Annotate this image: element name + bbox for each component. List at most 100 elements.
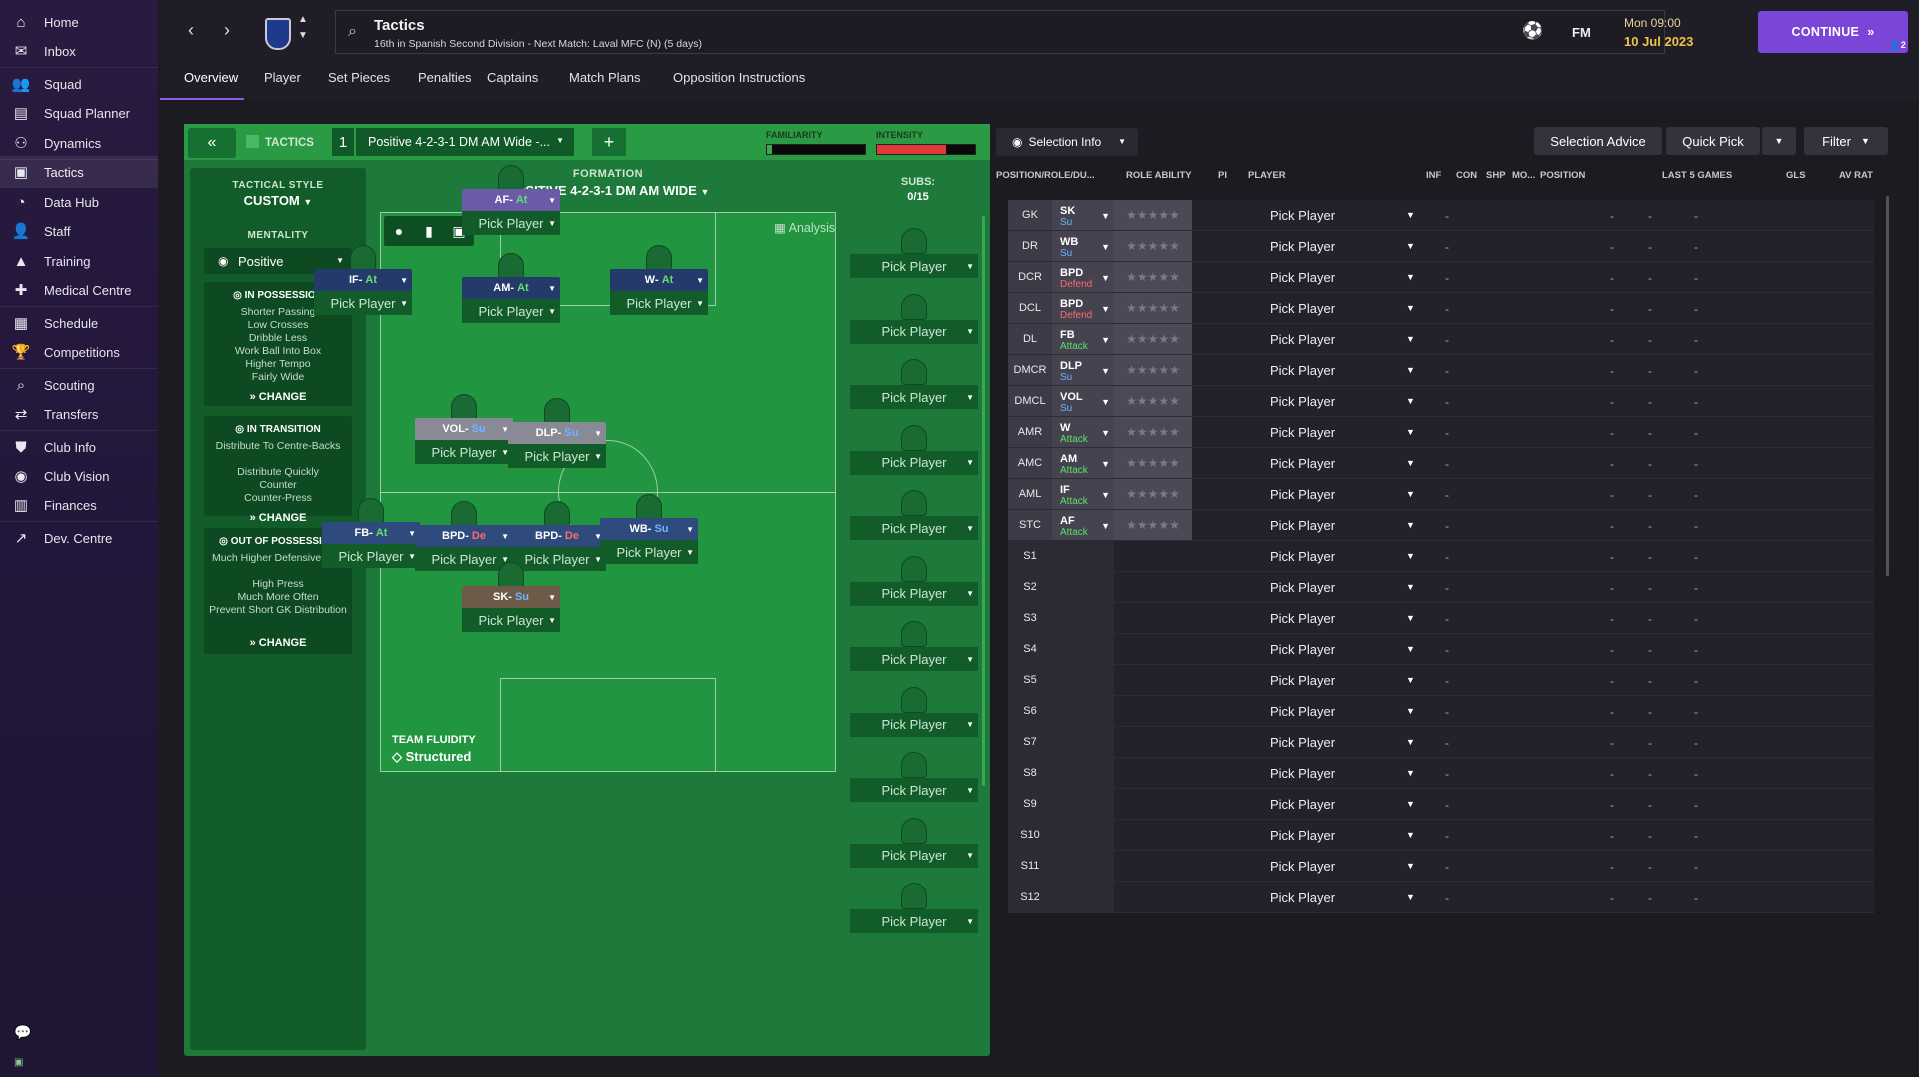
sidebar-item-dev-centre[interactable]: ↗ Dev. Centre <box>0 522 158 554</box>
sidebar-item-club-info[interactable]: ⛊ Club Info <box>0 431 158 463</box>
player-name[interactable]: Pick Player <box>1270 518 1335 533</box>
role-selector[interactable]: W - At ▼ <box>610 269 708 291</box>
role-selector[interactable]: WB - Su ▼ <box>600 518 698 540</box>
sidebar-item-dynamics[interactable]: ⚇ Dynamics <box>0 127 158 159</box>
pick-player-dropdown[interactable]: Pick Player ▼ <box>610 291 708 315</box>
quick-pick-dropdown[interactable]: ▼ <box>1762 127 1796 155</box>
pick-player-dropdown[interactable]: Pick Player ▼ <box>508 547 606 571</box>
table-scrollbar[interactable] <box>1886 196 1889 576</box>
subs-scrollbar[interactable] <box>982 216 985 786</box>
intensity-bar[interactable] <box>876 144 976 155</box>
sub-slot[interactable]: Pick Player ▼ <box>850 621 978 671</box>
pick-player-dropdown[interactable]: Pick Player ▼ <box>850 909 978 933</box>
table-row[interactable]: AMC AM Attack ▼ ★★★★★ Pick Player ▼ - - - - <box>1008 448 1874 479</box>
player-name[interactable]: Pick Player <box>1270 797 1335 812</box>
role-selector[interactable]: AF - At ▼ <box>462 189 560 211</box>
table-row[interactable]: DCL BPD Defend ▼ ★★★★★ Pick Player ▼ - - - - <box>1008 293 1874 324</box>
sub-slot[interactable]: Pick Player ▼ <box>850 555 978 606</box>
table-row[interactable]: DL FB Attack ▼ ★★★★★ Pick Player ▼ - - - - <box>1008 324 1874 355</box>
chevron-down-icon[interactable]: ▼ <box>1406 210 1415 220</box>
tactic-selector[interactable]: Positive 4-2-3-1 DM AM Wide -... ▼ <box>356 128 574 156</box>
table-row[interactable]: DR WB Su ▼ ★★★★★ Pick Player ▼ - - - - <box>1008 231 1874 262</box>
chevron-down-icon[interactable]: ▼ <box>1406 644 1415 654</box>
column-header-position[interactable]: POSITION <box>1540 170 1585 181</box>
quick-pick-button[interactable]: Quick Pick <box>1666 127 1760 155</box>
player-name[interactable]: Pick Player <box>1270 859 1335 874</box>
role-cell[interactable]: DLP Su ▼ <box>1052 355 1114 385</box>
column-header-mo[interactable]: MO... <box>1512 170 1535 181</box>
role-cell[interactable]: SK Su ▼ <box>1052 200 1114 230</box>
role-selector[interactable]: BPD - De ▼ <box>415 525 513 547</box>
pick-player-dropdown[interactable]: Pick Player ▼ <box>322 544 420 568</box>
pick-player-dropdown[interactable]: Pick Player ▼ <box>462 211 560 235</box>
chevron-down-icon[interactable]: ▼ <box>1406 365 1415 375</box>
player-name[interactable]: Pick Player <box>1270 270 1335 285</box>
column-header-role-ability[interactable]: ROLE ABILITY <box>1126 170 1192 181</box>
pick-player-dropdown[interactable]: Pick Player ▼ <box>850 778 978 802</box>
sub-slot[interactable]: Pick Player ▼ <box>850 817 978 868</box>
table-row[interactable]: S4 Pick Player ▼ - - - - <box>1008 634 1874 665</box>
role-cell[interactable]: AM Attack ▼ <box>1052 448 1114 478</box>
table-row[interactable]: S1 Pick Player ▼ - - - - <box>1008 541 1874 572</box>
chevron-down-icon[interactable]: ▼ <box>1406 861 1415 871</box>
sidebar-item-squad-planner[interactable]: ▤ Squad Planner <box>0 97 158 129</box>
change-button[interactable]: » CHANGE <box>204 637 352 649</box>
sidebar-item-medical-centre[interactable]: ✚ Medical Centre <box>0 274 158 306</box>
chevron-down-icon[interactable]: ▼ <box>1406 768 1415 778</box>
pick-player-dropdown[interactable]: Pick Player ▼ <box>508 444 606 468</box>
chevron-down-icon[interactable]: ▼ <box>1406 520 1415 530</box>
chevron-down-icon[interactable]: ▼ <box>1406 737 1415 747</box>
collapse-button[interactable]: « <box>188 128 236 158</box>
player-name[interactable]: Pick Player <box>1270 363 1335 378</box>
sub-slot[interactable]: Pick Player ▼ <box>850 752 978 802</box>
player-name[interactable]: Pick Player <box>1270 425 1335 440</box>
chevron-down-icon[interactable]: ▼ <box>1406 830 1415 840</box>
sidebar-item-home[interactable]: ⌂ Home <box>0 6 158 38</box>
player-name[interactable]: Pick Player <box>1270 456 1335 471</box>
chevron-down-icon[interactable]: ▼ <box>1406 396 1415 406</box>
column-header-con[interactable]: CON <box>1456 170 1477 181</box>
sidebar-item-staff[interactable]: 👤 Staff <box>0 215 158 247</box>
ball-icon[interactable]: ⚽ <box>1522 21 1543 41</box>
sub-slot[interactable]: Pick Player ▼ <box>850 883 978 933</box>
tab-captains[interactable]: Captains <box>487 70 538 85</box>
sidebar-item-finances[interactable]: ▥ Finances <box>0 489 158 521</box>
pick-player-dropdown[interactable]: Pick Player ▼ <box>314 291 412 315</box>
chevron-down-icon[interactable]: ▼ <box>1406 892 1415 902</box>
chevron-down-icon[interactable]: ▼ <box>1406 241 1415 251</box>
tab-player[interactable]: Player <box>264 70 301 85</box>
tab-opposition-instructions[interactable]: Opposition Instructions <box>673 70 805 85</box>
chevron-down-icon[interactable]: ▼ <box>1406 303 1415 313</box>
sidebar-item-transfers[interactable]: ⇄ Transfers <box>0 398 158 430</box>
pick-player-dropdown[interactable]: Pick Player ▼ <box>415 440 513 464</box>
tab-overview[interactable]: Overview <box>184 70 238 85</box>
selection-advice-button[interactable]: Selection Advice <box>1534 127 1662 155</box>
table-row[interactable]: S10 Pick Player ▼ - - - - <box>1008 820 1874 851</box>
chevron-down-icon[interactable]: ▼ <box>1406 799 1415 809</box>
player-name[interactable]: Pick Player <box>1270 208 1335 223</box>
tab-set-pieces[interactable]: Set Pieces <box>328 70 390 85</box>
column-header-av-rat[interactable]: AV RAT <box>1839 170 1873 181</box>
player-name[interactable]: Pick Player <box>1270 735 1335 750</box>
sidebar-item-competitions[interactable]: 🏆 Competitions <box>0 336 158 368</box>
pick-player-dropdown[interactable]: Pick Player ▼ <box>415 547 513 571</box>
chevron-down-icon[interactable]: ▼ <box>298 30 308 41</box>
sidebar-item-schedule[interactable]: ▦ Schedule <box>0 307 158 339</box>
sidebar-item-training[interactable]: ▲ Training <box>0 245 158 277</box>
player-name[interactable]: Pick Player <box>1270 890 1335 905</box>
chevron-down-icon[interactable]: ▼ <box>1406 427 1415 437</box>
chevron-down-icon[interactable]: ▼ <box>1406 334 1415 344</box>
table-row[interactable]: GK SK Su ▼ ★★★★★ Pick Player ▼ - - - - <box>1008 200 1874 231</box>
pick-player-dropdown[interactable]: Pick Player ▼ <box>850 581 978 606</box>
player-name[interactable]: Pick Player <box>1270 487 1335 502</box>
table-row[interactable]: AMR W Attack ▼ ★★★★★ Pick Player ▼ - - - - <box>1008 417 1874 448</box>
table-row[interactable]: S11 Pick Player ▼ - - - - <box>1008 851 1874 882</box>
player-info-icon[interactable]: ● <box>384 216 414 246</box>
sub-slot[interactable]: Pick Player ▼ <box>850 686 978 737</box>
table-row[interactable]: STC AF Attack ▼ ★★★★★ Pick Player ▼ - - - - <box>1008 510 1874 541</box>
add-tactic-button[interactable]: + <box>592 128 626 156</box>
chevron-down-icon[interactable]: ▼ <box>1406 706 1415 716</box>
sidebar-item-inbox[interactable]: ✉ Inbox <box>0 35 158 67</box>
player-name[interactable]: Pick Player <box>1270 611 1335 626</box>
sidebar-item-club-vision[interactable]: ◉ Club Vision <box>0 460 158 492</box>
